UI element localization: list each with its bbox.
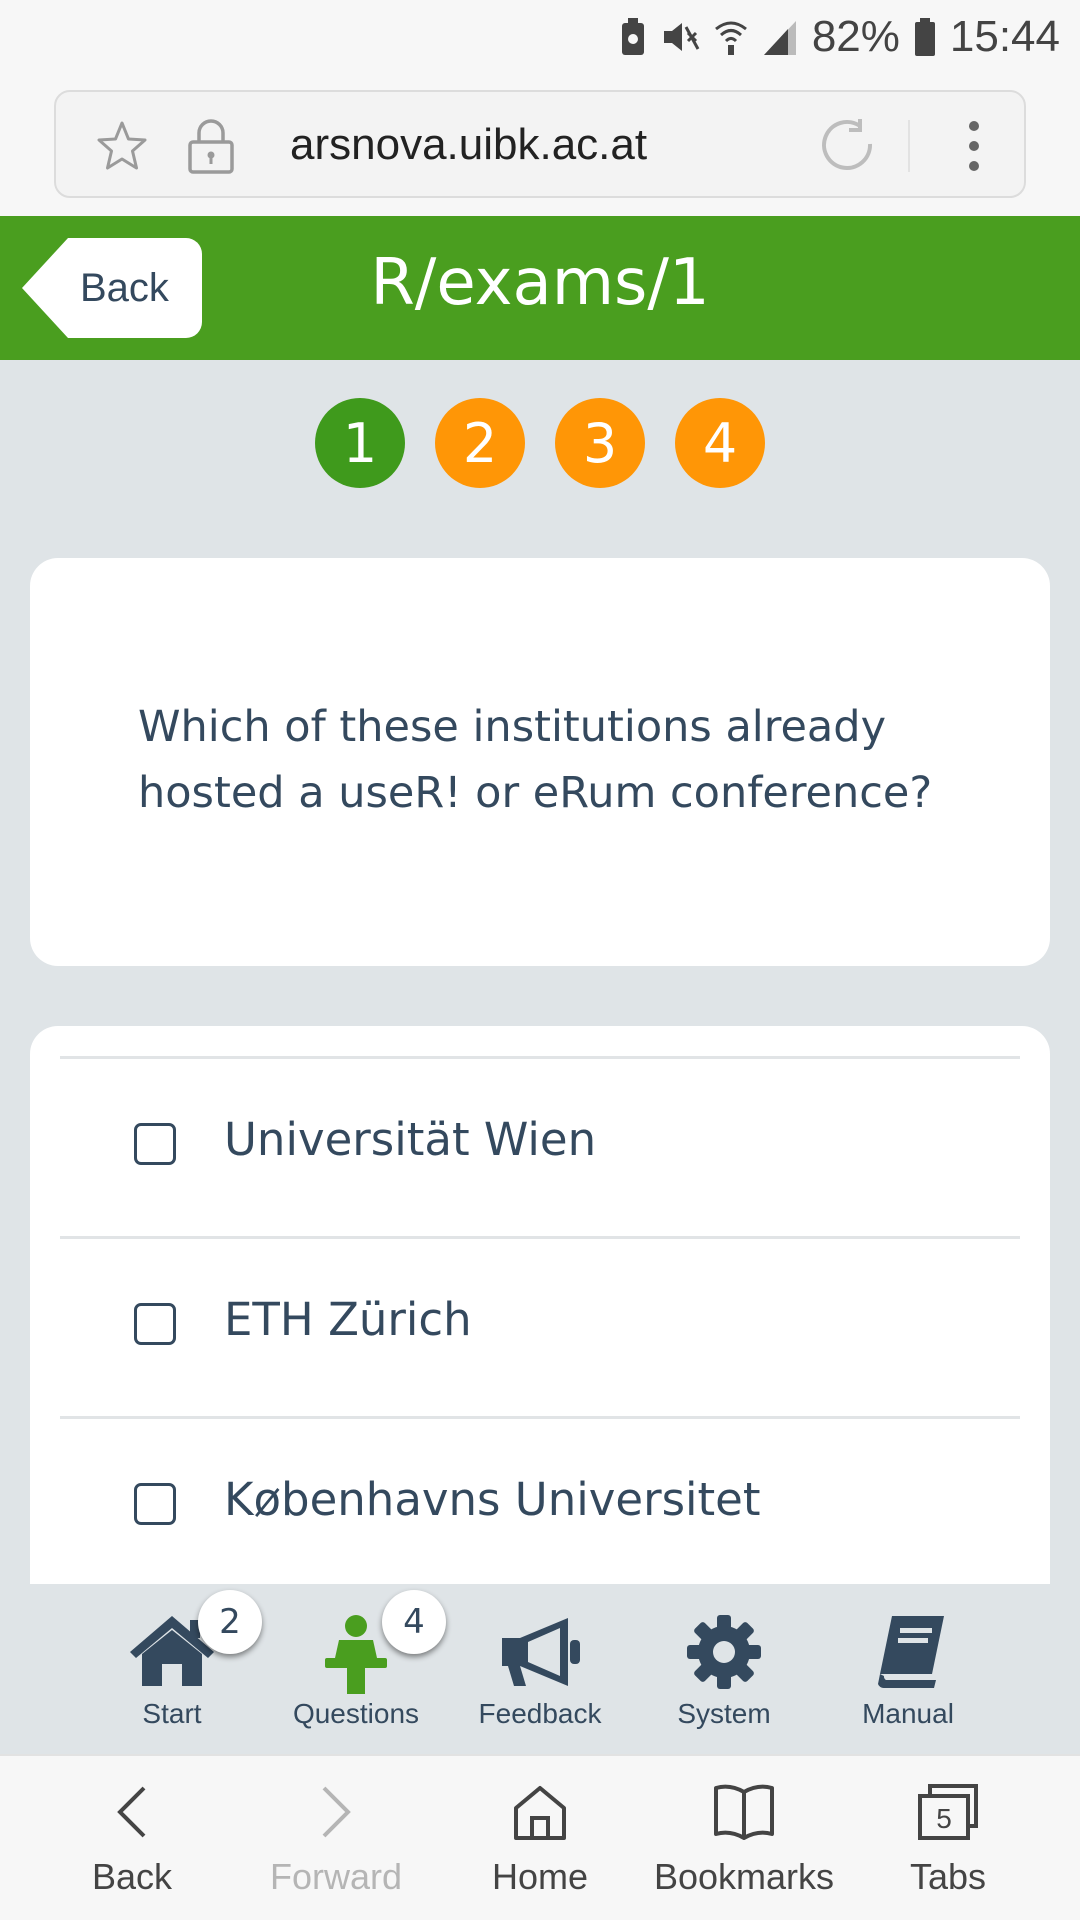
answer-checkbox[interactable]	[134, 1303, 176, 1345]
browser-tabs-label: Tabs	[909, 1856, 987, 1897]
browser-home-button[interactable]: Home	[440, 1756, 640, 1920]
nav-label-feedback: Feedback	[478, 1698, 602, 1729]
nav-item-start[interactable]: Start 2	[80, 1584, 264, 1754]
answer-checkbox[interactable]	[134, 1483, 176, 1525]
answer-label[interactable]: ETH Zürich	[224, 1293, 472, 1346]
browser-tabs-button[interactable]: 5 Tabs	[848, 1756, 1048, 1920]
reload-icon[interactable]	[820, 116, 876, 172]
answer-option[interactable]: Universität Wien	[60, 1056, 1020, 1236]
start-count-badge: 2	[198, 1590, 262, 1654]
bookmarks-icon	[714, 1784, 774, 1840]
app-bottom-nav: Start 2 Questions 4 Feedback System Manu…	[0, 1584, 1080, 1754]
nav-label-start: Start	[142, 1698, 202, 1729]
nav-item-manual[interactable]: Manual	[816, 1584, 1000, 1754]
lecturer-icon	[325, 1615, 387, 1694]
chevron-left-icon	[117, 1786, 146, 1838]
battery-icon	[914, 18, 935, 56]
star-icon[interactable]	[94, 118, 150, 174]
answer-label[interactable]: Københavns Universitet	[224, 1473, 761, 1526]
pager-item-2[interactable]: 2	[435, 398, 525, 488]
address-bar[interactable]: arsnova.uibk.ac.at	[54, 90, 1026, 198]
answers-card: Universität Wien ETH Zürich Københavns U…	[30, 1026, 1050, 1586]
nav-item-questions[interactable]: Questions 4	[264, 1584, 448, 1754]
answer-label[interactable]: Universität Wien	[224, 1113, 596, 1166]
wifi-icon	[714, 21, 747, 55]
more-menu-icon[interactable]	[964, 120, 984, 172]
question-pager: 1 2 3 4	[0, 398, 1080, 488]
signal-icon	[763, 21, 796, 55]
browser-toolbar: arsnova.uibk.ac.at	[0, 72, 1080, 216]
app-header: Back R/exams/1	[0, 216, 1080, 360]
browser-home-label: Home	[491, 1856, 589, 1897]
browser-back-label: Back	[91, 1856, 173, 1897]
nav-label-manual: Manual	[862, 1698, 954, 1729]
browser-bookmarks-label: Bookmarks	[653, 1856, 835, 1897]
pager-item-4[interactable]: 4	[675, 398, 765, 488]
browser-back-button[interactable]: Back	[32, 1756, 232, 1920]
clock: 15:44	[949, 12, 1060, 61]
chevron-right-icon	[322, 1786, 351, 1838]
book-icon	[878, 1616, 944, 1689]
lock-icon	[188, 119, 234, 174]
pager-item-3[interactable]: 3	[555, 398, 645, 488]
page-title: R/exams/1	[370, 246, 710, 320]
toolbar-divider	[908, 120, 910, 172]
tabs-count: 5	[936, 1803, 952, 1834]
gear-icon	[687, 1615, 761, 1689]
pager-item-1[interactable]: 1	[315, 398, 405, 488]
nav-label-questions: Questions	[292, 1698, 420, 1729]
battery-percent: 82%	[811, 12, 900, 61]
question-card: Which of these institutions already host…	[30, 558, 1050, 966]
megaphone-icon	[502, 1618, 580, 1686]
answer-option[interactable]: Københavns Universitet	[60, 1416, 1020, 1586]
home-outline-icon	[514, 1786, 566, 1840]
browser-bookmarks-button[interactable]: Bookmarks	[644, 1756, 844, 1920]
nav-item-system[interactable]: System	[632, 1584, 816, 1754]
url-text[interactable]: arsnova.uibk.ac.at	[290, 120, 647, 170]
nav-item-feedback[interactable]: Feedback	[448, 1584, 632, 1754]
tabs-icon: 5	[918, 1784, 978, 1840]
battery-saver-icon	[621, 18, 644, 55]
questions-count-badge: 4	[382, 1590, 446, 1654]
status-bar: 82% 15:44	[0, 0, 1080, 72]
nav-label-system: System	[677, 1698, 771, 1729]
answer-option[interactable]: ETH Zürich	[60, 1236, 1020, 1416]
answer-checkbox[interactable]	[134, 1123, 176, 1165]
question-text: Which of these institutions already host…	[138, 702, 933, 818]
browser-forward-button[interactable]: Forward	[236, 1756, 436, 1920]
browser-forward-label: Forward	[269, 1856, 403, 1897]
mute-icon	[663, 23, 700, 51]
browser-bottom-bar: Back Forward Home Bookmarks 5 Tabs	[0, 1754, 1080, 1920]
